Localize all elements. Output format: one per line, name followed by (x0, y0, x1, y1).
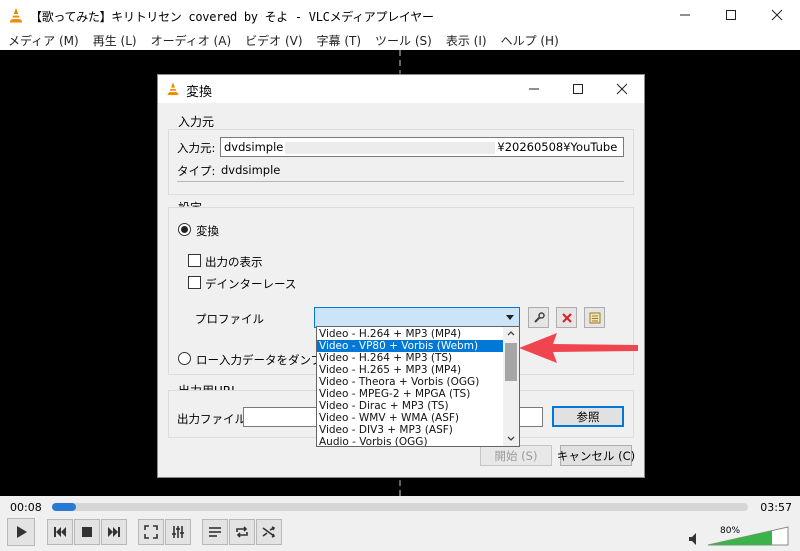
previous-button[interactable] (47, 519, 73, 545)
profile-option[interactable]: Video - Theora + Vorbis (OGG) (317, 376, 503, 388)
scroll-up-icon (507, 331, 515, 336)
minimize-icon (529, 88, 539, 90)
browse-button[interactable]: 参照 (552, 406, 624, 427)
new-profile-button[interactable] (584, 307, 605, 328)
profile-dropdown-list: Video - H.264 + MP3 (MP4) Video - VP80 +… (316, 326, 520, 447)
type-label: タイプ: (177, 164, 216, 178)
maximize-button[interactable] (708, 0, 754, 30)
loop-button[interactable] (229, 519, 255, 545)
profile-option-selected[interactable]: Video - VP80 + Vorbis (Webm) (317, 340, 503, 352)
close-icon (616, 83, 628, 95)
total-time: 03:57 (760, 501, 792, 514)
redacted-path (285, 141, 496, 154)
show-output-label: 出力の表示 (205, 255, 263, 269)
chevron-down-icon (506, 315, 514, 320)
vlc-cone-icon (10, 8, 22, 23)
dialog-maximize-button[interactable] (556, 75, 600, 103)
menu-help[interactable]: ヘルプ (H) (497, 30, 563, 50)
edit-profile-button[interactable] (528, 307, 549, 328)
annotation-arrow-icon (519, 333, 638, 363)
volume-slider[interactable] (706, 525, 792, 547)
menu-bar: メディア (M) 再生 (L) オーディオ (A) ビデオ (V) 字幕 (T)… (0, 30, 800, 50)
playlist-button[interactable] (202, 519, 228, 545)
vlc-cone-icon (167, 82, 179, 96)
fullscreen-button[interactable] (138, 519, 164, 545)
menu-playback[interactable]: 再生 (L) (89, 30, 141, 50)
output-file-label: 出力ファイル: (177, 412, 250, 426)
profile-option[interactable]: Video - H.264 + MP3 (TS) (317, 352, 503, 364)
menu-video[interactable]: ビデオ (V) (241, 30, 306, 50)
source-value-end: ¥20260508¥YouTube (497, 140, 618, 154)
dump-radio[interactable] (178, 352, 191, 365)
seek-bar[interactable] (52, 503, 748, 511)
equalizer-icon (172, 526, 184, 538)
profile-label: プロファイル (195, 312, 264, 326)
window-title: 【歌ってみた】キリトリセン covered by そよ - VLCメディアプレイ… (30, 10, 434, 24)
profile-option[interactable]: Video - Dirac + MP3 (TS) (317, 400, 503, 412)
previous-icon (54, 527, 66, 537)
profile-select[interactable] (314, 307, 520, 328)
dialog-title: 変換 (186, 85, 213, 100)
loop-icon (236, 526, 248, 538)
stop-icon (82, 527, 92, 537)
cancel-button[interactable]: キャンセル (C) (557, 445, 635, 466)
next-icon (108, 527, 120, 537)
source-divider (177, 181, 624, 182)
menu-media[interactable]: メディア (M) (4, 30, 83, 50)
wrench-icon (533, 311, 545, 323)
maximize-icon (726, 10, 736, 20)
profile-option[interactable]: Audio - Vorbis (OGG) (317, 436, 503, 446)
scroll-down-icon (507, 436, 515, 441)
convert-dialog: 変換 入力元 入力元: dvdsimple ¥20260508¥YouTube タ… (157, 74, 645, 478)
profile-option[interactable]: Video - WMV + WMA (ASF) (317, 412, 503, 424)
convert-radio[interactable] (178, 223, 191, 236)
next-button[interactable] (101, 519, 127, 545)
play-button[interactable] (7, 518, 35, 546)
close-icon (771, 9, 783, 21)
close-button[interactable] (754, 0, 800, 30)
convert-label: 変換 (196, 224, 219, 238)
profile-option[interactable]: Video - DIV3 + MP3 (ASF) (317, 424, 503, 436)
profile-option[interactable]: Video - MPEG-2 + MPGA (TS) (317, 388, 503, 400)
new-profile-icon (589, 312, 600, 323)
source-label: 入力元: (177, 141, 216, 155)
dialog-minimize-button[interactable] (512, 75, 556, 103)
dump-label: ロー入力データをダンプ (196, 353, 323, 367)
playlist-icon (209, 527, 221, 537)
profile-option[interactable]: Video - H.264 + MP3 (MP4) (317, 328, 503, 340)
menu-tools[interactable]: ツール (S) (371, 30, 436, 50)
seek-bar-fill (52, 503, 76, 511)
menu-audio[interactable]: オーディオ (A) (147, 30, 236, 50)
minimize-icon (680, 14, 690, 16)
dialog-title-bar: 変換 (158, 75, 644, 103)
menu-subtitle[interactable]: 字幕 (T) (313, 30, 366, 50)
start-button[interactable]: 開始 (S) (480, 445, 552, 466)
shuffle-button[interactable] (256, 519, 282, 545)
elapsed-time: 00:08 (10, 501, 42, 514)
fullscreen-icon (144, 525, 158, 539)
deinterlace-checkbox[interactable] (188, 276, 201, 289)
source-group-label: 入力元 (178, 115, 215, 129)
delete-profile-button[interactable] (556, 307, 577, 328)
title-bar: 【歌ってみた】キリトリセン covered by そよ - VLCメディアプレイ… (0, 0, 800, 30)
menu-view[interactable]: 表示 (I) (442, 30, 491, 50)
minimize-button[interactable] (662, 0, 708, 30)
profile-option[interactable]: Video - H.265 + MP3 (MP4) (317, 364, 503, 376)
playback-controls: 00:08 03:57 80% (0, 496, 800, 551)
source-field[interactable]: dvdsimple ¥20260508¥YouTube (220, 137, 624, 157)
deinterlace-label: デインターレース (205, 277, 297, 291)
play-icon (17, 526, 27, 538)
show-output-checkbox[interactable] (188, 254, 201, 267)
source-value-start: dvdsimple (224, 140, 284, 154)
type-value: dvdsimple (221, 163, 281, 177)
shuffle-icon (262, 526, 276, 538)
mute-icon[interactable] (688, 532, 702, 546)
delete-icon (561, 312, 572, 323)
extended-settings-button[interactable] (165, 519, 191, 545)
stop-button[interactable] (74, 519, 100, 545)
dialog-close-button[interactable] (600, 75, 644, 103)
maximize-icon (573, 84, 583, 94)
